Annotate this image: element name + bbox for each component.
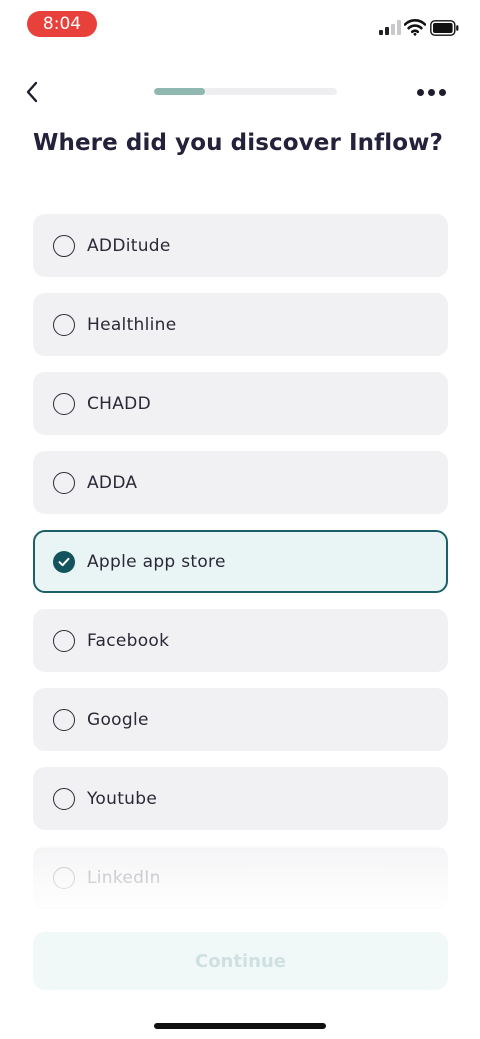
cellular-signal-icon <box>379 19 401 35</box>
option-additude[interactable]: ADDitude <box>33 214 448 277</box>
progress-bar <box>154 88 337 95</box>
option-facebook[interactable]: Facebook <box>33 609 448 672</box>
radio-unchecked-icon <box>53 234 75 257</box>
radio-unchecked-icon <box>53 787 75 810</box>
more-dots-icon <box>427 88 435 96</box>
progress-bar-fill <box>154 88 206 95</box>
radio-unchecked-icon <box>53 392 75 415</box>
radio-checked-icon <box>53 550 75 573</box>
option-chadd[interactable]: CHADD <box>33 372 448 435</box>
status-time: 8:04 <box>27 11 97 37</box>
more-dots-icon <box>438 88 446 96</box>
more-dots-icon <box>416 88 424 96</box>
option-label: Youtube <box>87 788 158 809</box>
back-button[interactable] <box>18 78 46 106</box>
checkmark-icon <box>58 557 70 566</box>
radio-unchecked-icon <box>53 866 75 889</box>
wifi-icon <box>404 19 426 36</box>
option-label: ADDitude <box>87 235 171 256</box>
option-healthline[interactable]: Healthline <box>33 293 448 356</box>
radio-unchecked-icon <box>53 629 75 652</box>
option-label: ADDA <box>87 472 138 493</box>
option-label: Apple app store <box>87 551 226 572</box>
chevron-left-icon <box>26 81 38 103</box>
option-label: Google <box>87 709 149 730</box>
option-linkedin[interactable]: LinkedIn <box>33 846 448 909</box>
home-indicator[interactable] <box>154 1023 326 1029</box>
radio-unchecked-icon <box>53 708 75 731</box>
option-label: LinkedIn <box>87 867 161 888</box>
option-youtube[interactable]: Youtube <box>33 767 448 830</box>
status-bar: 8:04 <box>0 0 480 48</box>
option-label: Healthline <box>87 314 177 335</box>
radio-unchecked-icon <box>53 471 75 494</box>
option-google[interactable]: Google <box>33 688 448 751</box>
option-apple-app-store[interactable]: Apple app store <box>33 530 448 593</box>
more-options-button[interactable] <box>412 82 450 102</box>
option-label: Facebook <box>87 630 170 651</box>
continue-button[interactable]: Continue <box>33 932 448 990</box>
option-label: CHADD <box>87 393 151 414</box>
battery-icon <box>430 20 459 36</box>
options-list: ADDitude Healthline CHADD ADDA Apple app… <box>33 214 448 925</box>
option-adda[interactable]: ADDA <box>33 451 448 514</box>
radio-unchecked-icon <box>53 313 75 336</box>
page-title: Where did you discover Inflow? <box>33 130 443 156</box>
